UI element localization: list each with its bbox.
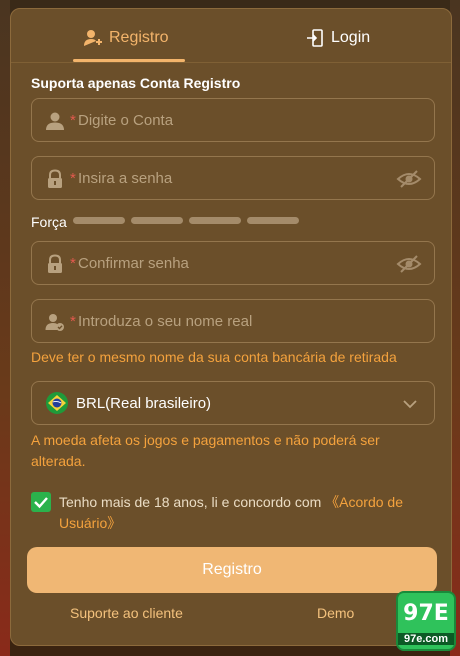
lock-icon — [48, 254, 62, 273]
required-mark: * — [70, 255, 76, 272]
user-icon — [46, 112, 64, 130]
confirm-password-input[interactable]: * Confirmar senha — [31, 241, 435, 285]
brazil-flag-icon — [46, 392, 68, 414]
required-mark: * — [70, 313, 76, 330]
background-left-edge — [0, 0, 10, 656]
password-input[interactable]: * Insira a senha — [31, 156, 435, 200]
add-user-icon — [84, 30, 102, 46]
account-placeholder: Digite o Conta — [78, 112, 174, 129]
register-submit-button[interactable]: Registro — [27, 547, 437, 593]
strength-segment — [247, 217, 299, 224]
badge-title: 97E — [403, 601, 449, 626]
currency-select[interactable]: BRL(Real brasileiro) — [31, 381, 435, 425]
real-name-note: Deve ter o mesmo nome da sua conta bancá… — [31, 349, 397, 365]
lock-icon — [48, 169, 62, 188]
auth-tabs: Registro Login — [11, 9, 451, 63]
strength-segment — [131, 217, 183, 224]
site-badge-logo: 97E 97e.com — [396, 591, 456, 651]
password-placeholder: Insira a senha — [78, 170, 173, 187]
login-door-icon — [307, 29, 323, 47]
terms-statement: Tenho mais de 18 anos, li e concordo com — [59, 494, 326, 510]
tab-login-label: Login — [331, 29, 371, 46]
terms-checkbox[interactable] — [31, 492, 51, 512]
confirm-password-placeholder: Confirmar senha — [78, 255, 189, 272]
customer-support-link[interactable]: Suporte ao cliente — [70, 605, 183, 621]
register-modal: Registro Login Suporta apenas Conta Regi… — [10, 8, 452, 646]
strength-segment — [189, 217, 241, 224]
currency-note: A moeda afeta os jogos e pagamentos e nã… — [31, 432, 380, 469]
user-verified-icon — [45, 314, 64, 331]
account-input[interactable]: * Digite o Conta — [31, 98, 435, 142]
tab-login[interactable]: Login — [305, 23, 370, 53]
terms-text: Tenho mais de 18 anos, li e concordo com… — [59, 492, 431, 534]
demo-link[interactable]: Demo — [317, 605, 354, 621]
required-mark: * — [70, 112, 76, 129]
real-name-placeholder: Introduza o seu nome real — [78, 313, 253, 330]
active-tab-indicator — [73, 59, 185, 62]
real-name-input[interactable]: * Introduza o seu nome real — [31, 299, 435, 343]
chevron-down-icon — [403, 400, 417, 409]
required-mark: * — [70, 170, 76, 187]
eye-hidden-icon[interactable] — [396, 253, 422, 275]
section-title: Suporta apenas Conta Registro — [31, 75, 241, 91]
checkmark-icon — [34, 497, 48, 509]
strength-segment — [73, 217, 125, 224]
password-strength-label: Força — [31, 214, 67, 230]
tab-registro-label: Registro — [109, 29, 169, 46]
currency-selected-value: BRL(Real brasileiro) — [76, 395, 212, 412]
tab-registro[interactable]: Registro — [83, 23, 169, 53]
badge-domain: 97e.com — [398, 633, 454, 645]
eye-hidden-icon[interactable] — [396, 168, 422, 190]
